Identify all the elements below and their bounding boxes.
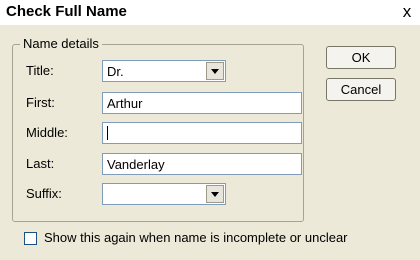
chevron-down-icon[interactable] bbox=[206, 62, 224, 80]
title-label: Title: bbox=[26, 63, 54, 78]
suffix-select[interactable] bbox=[102, 183, 226, 205]
show-again-label[interactable]: Show this again when name is incomplete … bbox=[44, 230, 348, 245]
ok-button[interactable]: OK bbox=[326, 46, 396, 69]
title-select[interactable]: Dr. bbox=[102, 60, 226, 82]
title-select-value: Dr. bbox=[107, 64, 124, 79]
text-caret bbox=[107, 126, 108, 140]
window-title: Check Full Name bbox=[6, 3, 127, 20]
last-name-value: Vanderlay bbox=[107, 157, 165, 172]
first-name-field[interactable]: Arthur bbox=[102, 92, 302, 114]
middle-name-field[interactable] bbox=[102, 122, 302, 144]
first-name-value: Arthur bbox=[107, 96, 143, 111]
chevron-down-icon[interactable] bbox=[206, 185, 224, 203]
close-icon[interactable]: x bbox=[398, 2, 416, 22]
last-label: Last: bbox=[26, 156, 55, 171]
suffix-label: Suffix: bbox=[26, 186, 62, 201]
middle-label: Middle: bbox=[26, 125, 68, 140]
name-details-label: Name details bbox=[20, 36, 102, 51]
check-full-name-dialog: Check Full Name x Name details Title: Dr… bbox=[0, 0, 420, 260]
cancel-button[interactable]: Cancel bbox=[326, 78, 396, 101]
show-again-checkbox[interactable] bbox=[24, 232, 37, 245]
title-bar: Check Full Name x bbox=[0, 0, 420, 25]
last-name-field[interactable]: Vanderlay bbox=[102, 153, 302, 175]
first-label: First: bbox=[26, 95, 55, 110]
